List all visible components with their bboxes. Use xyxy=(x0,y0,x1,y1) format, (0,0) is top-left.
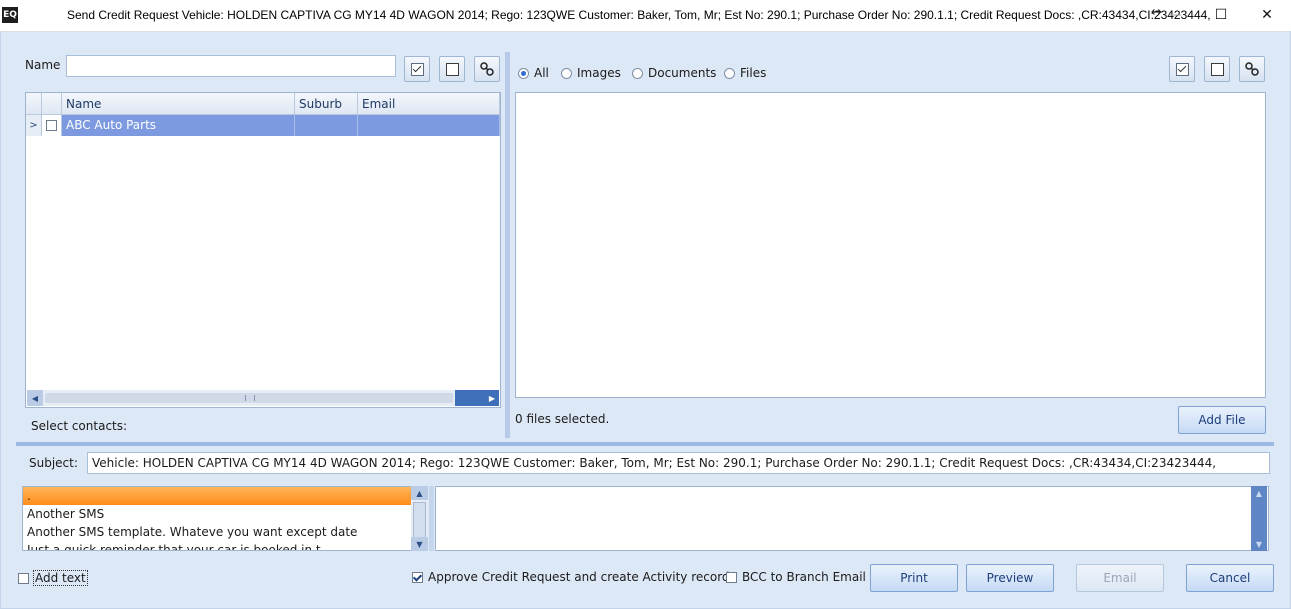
app-logo: EQ xyxy=(2,7,18,23)
filter-files[interactable]: Files xyxy=(724,66,766,80)
list-item[interactable]: Just a quick reminder that your car is b… xyxy=(23,541,411,550)
expand-row-icon[interactable]: > xyxy=(26,115,42,136)
table-row-email[interactable] xyxy=(358,115,500,136)
scroll-down-icon[interactable]: ▼ xyxy=(411,537,428,551)
checkbox-column-header xyxy=(42,93,62,115)
window-title: Send Credit Request Vehicle: HOLDEN CAPT… xyxy=(67,8,1211,22)
add-text-option[interactable]: Add text xyxy=(18,570,88,586)
scroll-down-icon[interactable]: ▼ xyxy=(1251,537,1267,551)
filter-all[interactable]: All xyxy=(518,66,549,80)
approve-option[interactable]: Approve Credit Request and create Activi… xyxy=(412,570,730,584)
maximize-button[interactable]: ☐ xyxy=(1206,3,1236,27)
files-list[interactable] xyxy=(515,92,1266,398)
check-all-icon xyxy=(1175,62,1189,76)
approve-label: Approve Credit Request and create Activi… xyxy=(428,570,730,584)
filter-files-label: Files xyxy=(740,66,767,80)
uncheck-all-files-button[interactable] xyxy=(1204,56,1230,82)
link-files-button[interactable] xyxy=(1239,56,1265,82)
add-text-label: Add text xyxy=(33,570,88,586)
minimize-button[interactable]: — xyxy=(1160,3,1190,27)
link-icon xyxy=(1245,62,1259,76)
uncheck-all-icon xyxy=(445,62,459,76)
subject-label: Subject: xyxy=(29,456,78,470)
list-item[interactable]: Another SMS xyxy=(23,505,411,523)
uncheck-all-contacts-button[interactable] xyxy=(439,56,465,82)
filter-documents-radio[interactable] xyxy=(632,67,643,79)
thumb-grip xyxy=(245,395,255,401)
vertical-splitter[interactable] xyxy=(505,52,510,438)
filter-all-radio[interactable] xyxy=(518,67,529,79)
contacts-grid[interactable]: Name Suburb Email > ABC Auto Parts ◀ ▶ xyxy=(25,92,501,408)
filter-images-label: Images xyxy=(577,66,621,80)
scrollbar-thumb[interactable] xyxy=(45,393,453,403)
name-label: Name xyxy=(25,58,61,72)
check-all-icon xyxy=(410,62,424,76)
scroll-right-icon[interactable]: ▶ xyxy=(455,390,499,406)
files-selected-status: 0 files selected. xyxy=(515,412,610,426)
add-file-button[interactable]: Add File xyxy=(1178,406,1266,434)
scroll-up-icon[interactable]: ▲ xyxy=(1251,486,1267,500)
check-all-contacts-button[interactable] xyxy=(404,56,430,82)
table-row-suburb[interactable] xyxy=(295,115,358,136)
column-header-name[interactable]: Name xyxy=(62,93,295,115)
scrollbar-thumb[interactable] xyxy=(413,502,426,538)
column-header-suburb[interactable]: Suburb xyxy=(295,93,358,115)
close-button[interactable]: ✕ xyxy=(1252,3,1282,27)
bcc-option[interactable]: BCC to Branch Email xyxy=(726,570,866,584)
column-header-email[interactable]: Email xyxy=(358,93,500,115)
link-contacts-button[interactable] xyxy=(474,56,500,82)
filter-images-radio[interactable] xyxy=(561,67,572,79)
approve-checkbox[interactable] xyxy=(412,571,423,583)
subject-input[interactable]: Vehicle: HOLDEN CAPTIVA CG MY14 4D WAGON… xyxy=(87,452,1270,474)
add-text-checkbox[interactable] xyxy=(18,572,29,584)
filter-images[interactable]: Images xyxy=(561,66,621,80)
horizontal-splitter[interactable] xyxy=(16,442,1274,446)
row-checkbox[interactable] xyxy=(46,120,57,131)
message-scrollbar[interactable]: ▲ ▼ xyxy=(1251,486,1267,551)
bcc-label: BCC to Branch Email xyxy=(742,570,866,584)
cancel-button[interactable]: Cancel xyxy=(1186,564,1274,592)
uncheck-all-icon xyxy=(1210,62,1224,76)
table-row-name[interactable]: ABC Auto Parts xyxy=(62,115,295,136)
print-button[interactable]: Print xyxy=(870,564,958,592)
select-contacts-label: Select contacts: xyxy=(31,419,128,433)
link-icon xyxy=(480,62,494,76)
preview-button[interactable]: Preview xyxy=(966,564,1054,592)
list-item[interactable]: . xyxy=(23,487,411,505)
filter-all-label: All xyxy=(534,66,549,80)
check-all-files-button[interactable] xyxy=(1169,56,1195,82)
horizontal-scrollbar[interactable]: ◀ ▶ xyxy=(27,390,499,406)
row-indicator-header xyxy=(26,93,42,115)
template-list-scrollbar[interactable]: ▲ ▼ xyxy=(411,486,428,551)
list-item[interactable]: Another SMS template. Whateve you want e… xyxy=(23,523,411,541)
scroll-left-icon[interactable]: ◀ xyxy=(27,390,43,406)
title-bar: EQ Send Credit Request Vehicle: HOLDEN C… xyxy=(0,0,1291,32)
filter-documents-label: Documents xyxy=(648,66,717,80)
email-button[interactable]: Email xyxy=(1076,564,1164,592)
filter-files-radio[interactable] xyxy=(724,67,735,79)
filter-documents[interactable]: Documents xyxy=(632,66,716,80)
message-text-area[interactable] xyxy=(435,486,1269,551)
list-splitter[interactable] xyxy=(429,486,434,551)
scroll-up-icon[interactable]: ▲ xyxy=(411,486,428,500)
bcc-checkbox[interactable] xyxy=(726,571,737,583)
row-checkbox-cell[interactable] xyxy=(42,115,62,136)
name-search-input[interactable] xyxy=(66,55,396,77)
template-list[interactable]: . Another SMS Another SMS template. What… xyxy=(22,486,412,551)
